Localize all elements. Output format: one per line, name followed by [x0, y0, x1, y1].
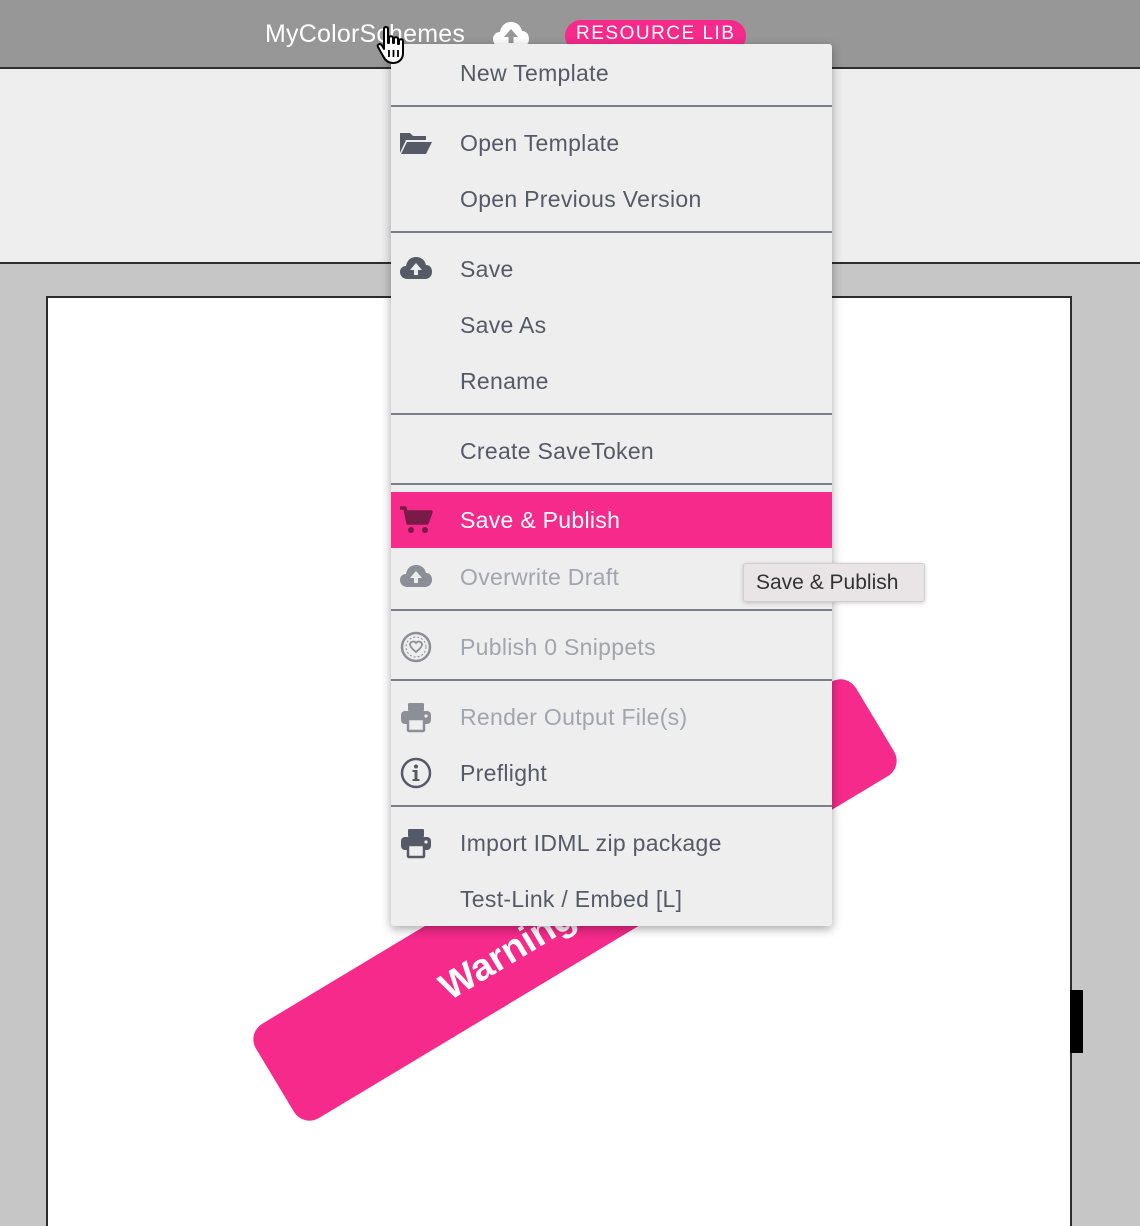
hand-pointer-cursor-icon — [376, 26, 410, 66]
info-circle-icon — [399, 757, 433, 789]
menu-item-label: Overwrite Draft — [460, 564, 620, 590]
menu-item-label: Save & Publish — [460, 507, 621, 533]
heart-circle-icon — [399, 631, 433, 663]
menu-item-label: Open Previous Version — [460, 186, 702, 212]
menu-item-label: Import IDML zip package — [460, 830, 722, 856]
file-menu: New Template Open Template Open Previous… — [391, 44, 832, 926]
shopping-cart-icon — [399, 504, 433, 536]
menu-separator — [391, 105, 832, 107]
cloud-upload-icon — [399, 561, 433, 593]
menu-item-create-savetoken[interactable]: Create SaveToken — [391, 423, 832, 479]
menu-item-label: Rename — [460, 368, 549, 394]
menu-separator — [391, 805, 832, 807]
menu-item-save-and-publish[interactable]: Save & Publish — [391, 492, 832, 548]
menu-item-import-idml[interactable]: Import IDML zip package — [391, 815, 832, 871]
menu-item-open-previous-version[interactable]: Open Previous Version — [391, 171, 832, 227]
menu-separator — [391, 609, 832, 611]
menu-separator — [391, 231, 832, 233]
menu-item-label: Open Template — [460, 130, 620, 156]
cloud-upload-icon — [399, 253, 433, 285]
menu-separator — [391, 483, 832, 485]
menu-item-save[interactable]: Save — [391, 241, 832, 297]
menu-item-label: Create SaveToken — [460, 438, 655, 464]
menu-item-label: Render Output File(s) — [460, 704, 688, 730]
menu-item-render-output-files[interactable]: Render Output File(s) — [391, 689, 832, 745]
menu-item-label: Preflight — [460, 760, 548, 786]
menu-item-label: Save As — [460, 312, 547, 338]
resize-handle[interactable] — [1070, 990, 1083, 1053]
printer-icon — [399, 827, 433, 859]
printer-icon — [399, 701, 433, 733]
menu-item-open-template[interactable]: Open Template — [391, 115, 832, 171]
menu-item-publish-snippets[interactable]: Publish 0 Snippets — [391, 619, 832, 675]
menu-item-test-link-embed[interactable]: Test-Link / Embed [L] — [391, 871, 832, 926]
menu-item-label: Publish 0 Snippets — [460, 634, 656, 660]
menu-item-label: Save — [460, 256, 514, 282]
menu-item-label: Test-Link / Embed [L] — [460, 886, 683, 912]
menu-item-preflight[interactable]: Preflight — [391, 745, 832, 801]
menu-item-rename[interactable]: Rename — [391, 353, 832, 409]
menu-item-save-as[interactable]: Save As — [391, 297, 832, 353]
menu-item-new-template[interactable]: New Template — [391, 45, 832, 101]
folder-open-icon — [399, 127, 433, 159]
menu-separator — [391, 413, 832, 415]
tooltip: Save & Publish — [743, 563, 925, 602]
menu-item-label: New Template — [460, 60, 609, 86]
menu-separator — [391, 679, 832, 681]
